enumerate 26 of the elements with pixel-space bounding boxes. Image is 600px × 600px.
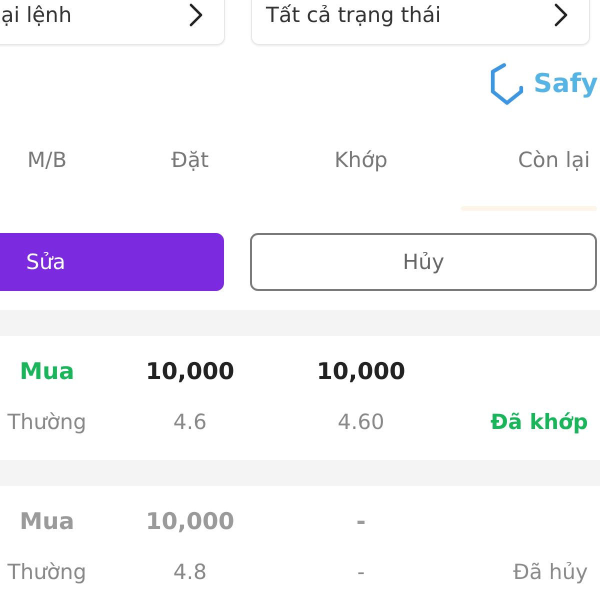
order-type-cell: Thường	[8, 410, 86, 434]
action-button[interactable]: Hủy	[250, 233, 597, 291]
filter-dropdown[interactable]: Tất cả trạng thái	[251, 0, 590, 45]
column-header: Còn lại	[518, 148, 590, 172]
status-cell: Đã hủy	[513, 560, 588, 584]
shield-icon	[489, 63, 526, 105]
order-price-cell: 4.8	[173, 560, 207, 584]
order-type-cell: Thường	[8, 560, 86, 584]
ordered-qty-cell: 10,000	[146, 509, 234, 535]
brand-name: Safy	[533, 69, 598, 99]
filter-dropdown[interactable]: ại lệnh	[0, 0, 225, 45]
column-header: M/B	[27, 148, 67, 172]
chevron-right-icon	[188, 2, 204, 26]
matched-qty-cell: 10,000	[316, 359, 406, 385]
chevron-right-icon	[553, 2, 569, 26]
column-header: Đặt	[171, 148, 209, 172]
matched-price-cell: -	[357, 560, 365, 584]
action-button[interactable]: Sửa	[0, 233, 224, 291]
column-header: Khớp	[334, 148, 388, 172]
matched-price-cell: 4.60	[338, 410, 384, 434]
ordered-qty-cell: 10,000	[146, 359, 234, 385]
side-cell: Mua	[20, 359, 74, 385]
order-price-cell: 4.6	[173, 410, 207, 434]
matched-qty-cell: -	[356, 509, 366, 535]
side-cell: Mua	[20, 509, 74, 535]
status-cell: Đã khớp	[490, 410, 588, 434]
